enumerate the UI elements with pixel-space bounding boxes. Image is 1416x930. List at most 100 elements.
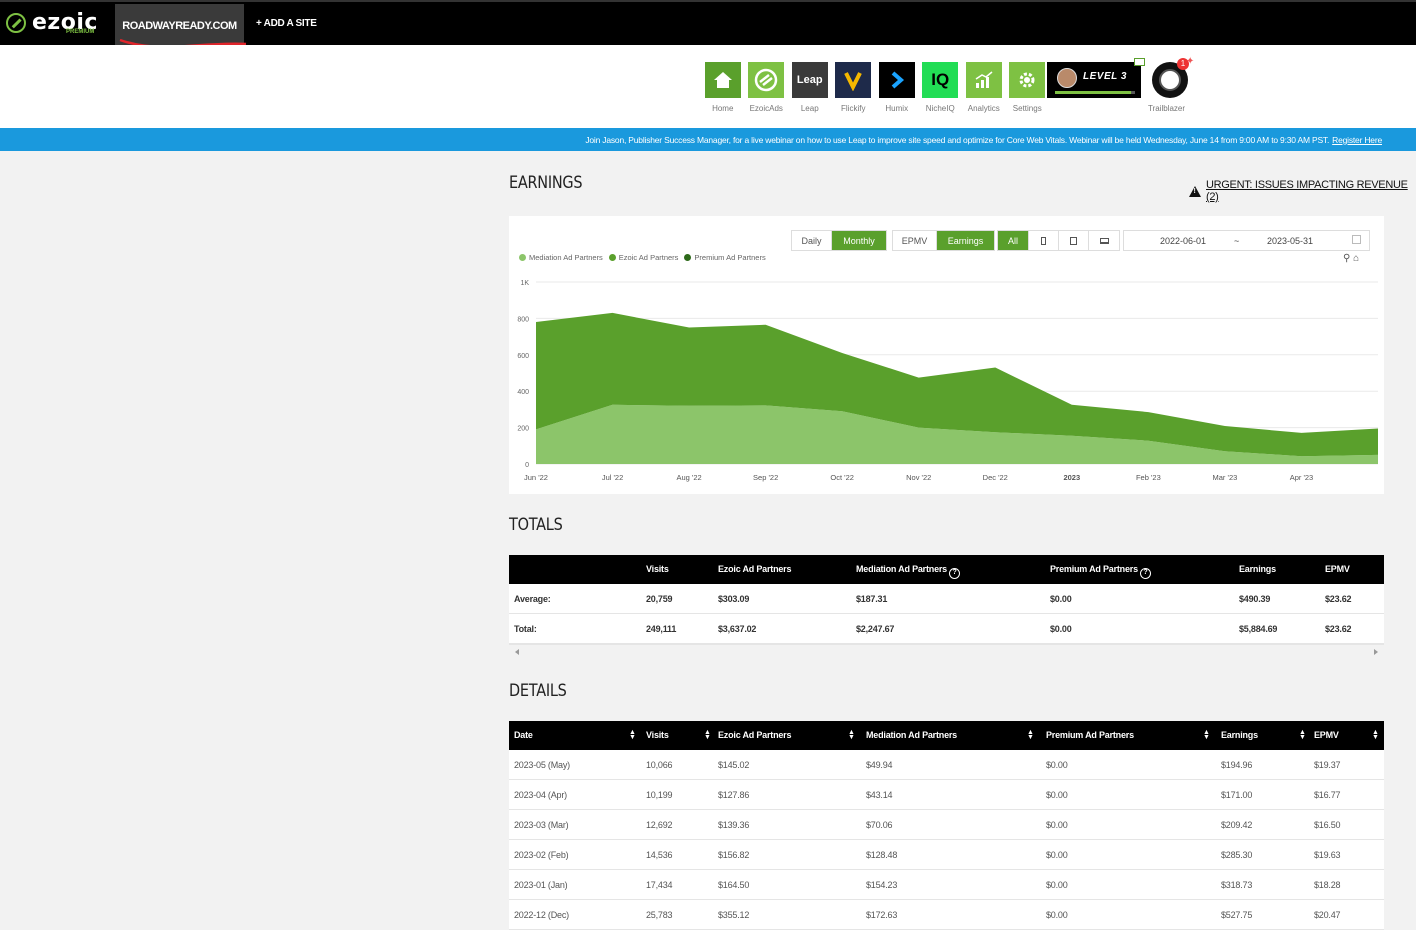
app-humix[interactable]: Humix <box>875 62 919 113</box>
add-site-link[interactable]: + ADD A SITE <box>256 18 317 29</box>
horizontal-scrollbar[interactable] <box>509 644 1384 660</box>
table-cell: $18.28 <box>1314 880 1341 890</box>
x-tick-label: Jun '22 <box>524 473 548 482</box>
sort-icon[interactable]: ▲ ▼ <box>704 729 711 741</box>
legend-label: Mediation Ad Partners <box>529 253 603 262</box>
table-cell: 2023-05 (May) <box>514 760 570 770</box>
legend-item[interactable]: Ezoic Ad Partners <box>608 253 679 262</box>
x-tick-label: Feb '23 <box>1136 473 1161 482</box>
sort-icon[interactable]: ▲ ▼ <box>1203 729 1210 741</box>
col-date[interactable]: Date <box>514 730 533 740</box>
table-cell: 17,434 <box>646 880 673 890</box>
analytics-icon <box>965 62 1002 98</box>
urgent-issues-link[interactable]: URGENT: ISSUES IMPACTING REVENUE (2) <box>1189 179 1416 203</box>
legend-label: Ezoic Ad Partners <box>618 253 679 262</box>
earnings-button[interactable]: Earnings <box>937 231 994 250</box>
sort-icon[interactable]: ▲ ▼ <box>848 729 855 741</box>
col-premium-ad-partners[interactable]: Premium Ad Partners <box>1046 730 1134 740</box>
level-badge[interactable]: LEVEL 3 <box>1047 62 1141 98</box>
all-devices-button[interactable]: All <box>998 231 1029 250</box>
mobile-icon[interactable] <box>1029 231 1059 250</box>
y-tick-label: 200 <box>517 426 529 433</box>
table-cell: $49.94 <box>866 760 893 770</box>
legend-item[interactable]: Mediation Ad Partners <box>519 253 603 262</box>
table-cell: $70.06 <box>866 820 893 830</box>
app-settings[interactable]: Settings <box>1006 62 1050 113</box>
date-separator: ~ <box>1234 236 1240 246</box>
trailblazer-button[interactable]: 1 ✦ Trailblazer <box>1148 56 1194 113</box>
sort-icon[interactable]: ▲ ▼ <box>1372 729 1379 741</box>
mail-icon[interactable] <box>1134 58 1145 66</box>
table-row[interactable]: 2023-03 (Mar) 12,692 $139.36 $70.06 $0.00 $20… <box>509 810 1384 840</box>
urgent-issues-label: URGENT: ISSUES IMPACTING REVENUE (2) <box>1206 179 1408 203</box>
chart-legend: Mediation Ad Partners Ezoic Ad Partners Pr… <box>519 253 772 262</box>
scroll-right-arrow[interactable] <box>1374 649 1378 655</box>
date-range-picker[interactable]: 2022-06-01 ~ 2023-05-31 <box>1123 230 1370 251</box>
app-analytics[interactable]: Analytics <box>962 62 1006 113</box>
table-cell: $16.50 <box>1314 820 1341 830</box>
logo-premium-label: PREMIUM <box>66 29 95 35</box>
col-epmv[interactable]: EPMV <box>1314 730 1339 740</box>
table-row[interactable]: 2023-02 (Feb) 14,536 $156.82 $128.48 $0.00 $2… <box>509 840 1384 870</box>
table-cell: $154.23 <box>866 880 898 890</box>
epmv-button[interactable]: EPMV <box>893 231 937 250</box>
totals-cell: Average: <box>514 594 551 604</box>
app-ezoicads[interactable]: EzoicAds <box>745 62 789 113</box>
table-row[interactable]: 2023-04 (Apr) 10,199 $127.86 $43.14 $0.00 $17… <box>509 780 1384 810</box>
app-leap[interactable]: Leap Leap <box>788 62 832 113</box>
details-table: Date ▲ ▼ Visits ▲ ▼ Ezoic Ad Partners ▲ ▼ Mediati… <box>509 721 1384 930</box>
table-cell: 12,692 <box>646 820 673 830</box>
date-from: 2022-06-01 <box>1160 236 1207 246</box>
col-earnings: Earnings <box>1239 564 1276 574</box>
table-cell: 25,783 <box>646 910 673 920</box>
sort-icon[interactable]: ▲ ▼ <box>1027 729 1034 741</box>
help-icon[interactable]: ? <box>1139 568 1151 579</box>
col-ezoic-ad-partners[interactable]: Ezoic Ad Partners <box>718 730 791 740</box>
legend-label: Premium Ad Partners <box>694 253 766 262</box>
table-row[interactable]: 2023-05 (May) 10,066 $145.02 $49.94 $0.00 $19… <box>509 750 1384 780</box>
sort-icon[interactable]: ▲ ▼ <box>1299 729 1306 741</box>
desktop-icon[interactable] <box>1089 231 1119 250</box>
col-visits: Visits <box>646 564 669 574</box>
zoom-icon[interactable]: ⚲ <box>1343 253 1350 264</box>
table-cell: 10,066 <box>646 760 673 770</box>
totals-cell: $2,247.67 <box>856 624 895 634</box>
sort-icon[interactable]: ▲ ▼ <box>629 729 636 741</box>
totals-row: Average: 20,759 $303.09 $187.31 $0.00 $490.39… <box>509 584 1384 614</box>
legend-item[interactable]: Premium Ad Partners <box>684 253 766 262</box>
register-link[interactable]: Register Here <box>1332 135 1382 145</box>
top-nav-bar: ezoic PREMIUM ROADWAYREADY.COM + ADD A S… <box>0 0 1416 49</box>
col-mediation-ad-partners[interactable]: Mediation Ad Partners <box>866 730 957 740</box>
humix-icon <box>878 62 915 98</box>
date-to: 2023-05-31 <box>1267 236 1314 246</box>
table-row[interactable]: 2022-12 (Dec) 25,783 $355.12 $172.63 $0.00 $5… <box>509 900 1384 930</box>
y-tick-label: 800 <box>517 316 529 323</box>
app-home[interactable]: Home <box>701 62 745 113</box>
totals-cell: $5,884.69 <box>1239 624 1278 634</box>
app-flickify[interactable]: Flickify <box>832 62 876 113</box>
daily-button[interactable]: Daily <box>792 231 832 250</box>
col-earnings[interactable]: Earnings <box>1221 730 1258 740</box>
table-cell: $194.96 <box>1221 760 1253 770</box>
app-label: Leap <box>800 104 819 113</box>
totals-row: Total: 249,111 $3,637.02 $2,247.67 $0.00 $5,8… <box>509 614 1384 644</box>
totals-cell: $0.00 <box>1050 594 1072 604</box>
table-cell: 2023-02 (Feb) <box>514 850 569 860</box>
col-visits[interactable]: Visits <box>646 730 669 740</box>
table-cell: $19.37 <box>1314 760 1341 770</box>
help-icon[interactable]: ? <box>948 568 960 579</box>
table-row[interactable]: 2023-01 (Jan) 17,434 $164.50 $154.23 $0.00 $3… <box>509 870 1384 900</box>
table-cell: $43.14 <box>866 790 893 800</box>
scroll-left-arrow[interactable] <box>515 649 519 655</box>
site-tab-label: ROADWAYREADY.COM <box>122 19 237 32</box>
legend-swatch <box>519 254 526 261</box>
home-reset-icon[interactable]: ⌂ <box>1353 253 1359 264</box>
monthly-button[interactable]: Monthly <box>832 231 886 250</box>
app-label: EzoicAds <box>749 104 783 113</box>
tablet-icon[interactable] <box>1059 231 1089 250</box>
table-cell: $0.00 <box>1046 910 1068 920</box>
app-nicheiq[interactable]: IQ NicheIQ <box>919 62 963 113</box>
totals-cell: $0.00 <box>1050 624 1072 634</box>
y-tick-label: 1K <box>520 280 529 287</box>
legend-swatch <box>608 254 616 261</box>
